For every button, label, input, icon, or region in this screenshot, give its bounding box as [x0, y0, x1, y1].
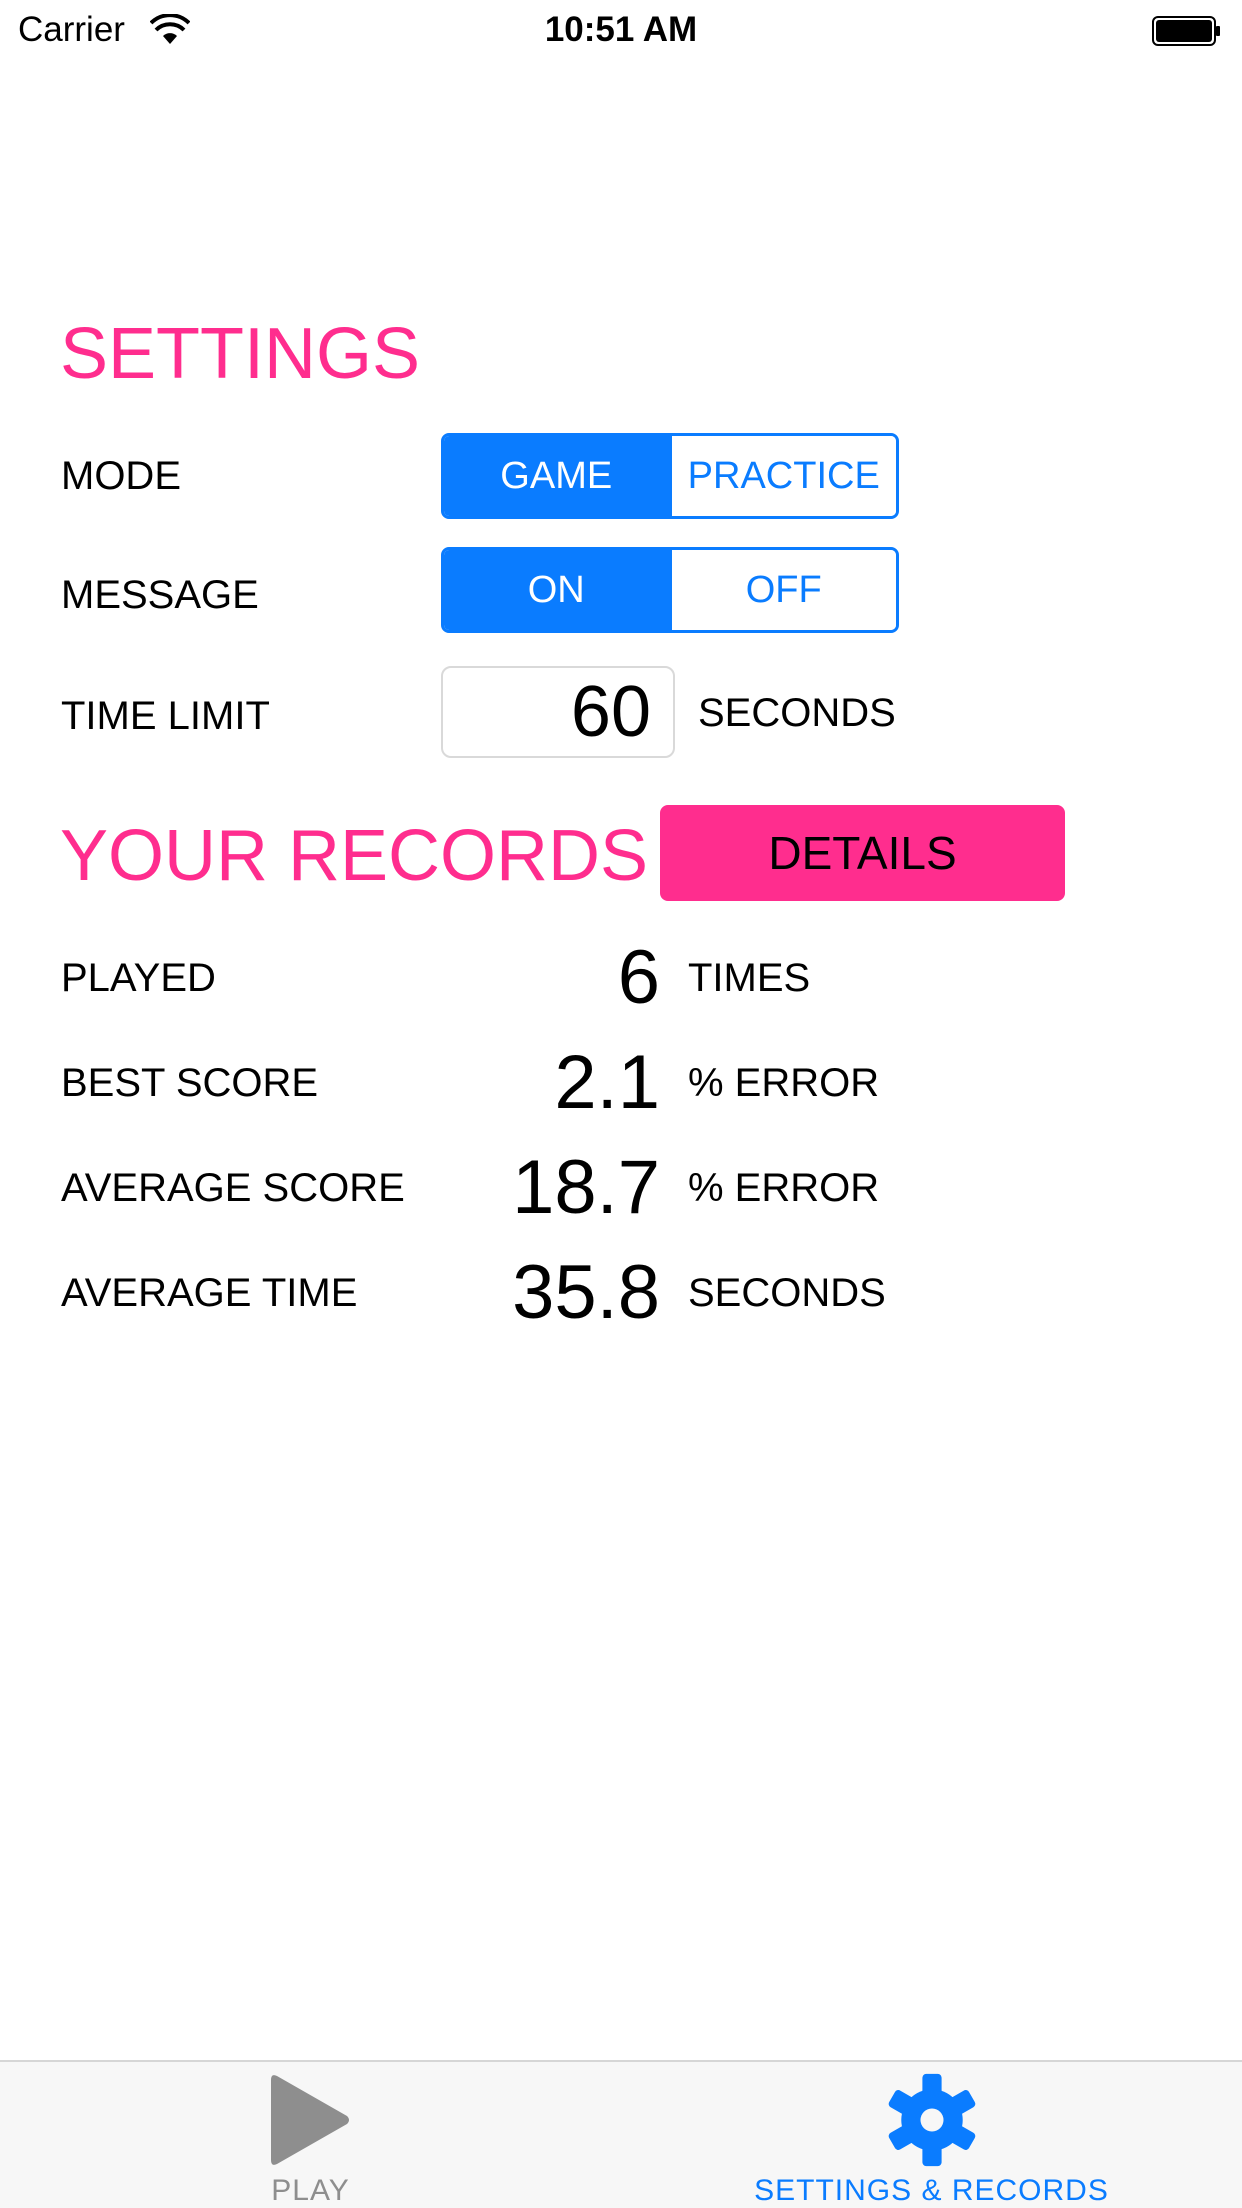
played-unit: TIMES [688, 956, 811, 1000]
settings-heading: SETTINGS [60, 314, 421, 394]
best-score-label: BEST SCORE [61, 1061, 319, 1105]
time-limit-label: TIME LIMIT [61, 694, 270, 738]
average-time-value: 35.8 [512, 1250, 660, 1335]
battery-icon [1152, 16, 1220, 46]
message-label: MESSAGE [61, 573, 259, 617]
details-button[interactable]: DETAILS [660, 805, 1065, 901]
played-label: PLAYED [61, 956, 216, 1000]
tab-play-label: PLAY [271, 2174, 350, 2207]
average-score-label: AVERAGE SCORE [61, 1166, 405, 1210]
average-score-value: 18.7 [512, 1145, 660, 1230]
tab-bar: PLAY SETTINGS & RECORDS [0, 2060, 1242, 2208]
played-value: 6 [617, 935, 660, 1020]
time-limit-input[interactable]: 60 [441, 666, 675, 758]
best-score-unit: % ERROR [688, 1061, 880, 1105]
tab-settings-records-label: SETTINGS & RECORDS [754, 2174, 1109, 2207]
mode-option-game[interactable]: GAME [444, 436, 669, 516]
mode-segmented-control[interactable]: GAME PRACTICE [441, 433, 899, 519]
mode-label: MODE [61, 454, 181, 498]
status-bar: Carrier 10:51 AM [0, 0, 1242, 60]
tab-play[interactable]: PLAY [0, 2062, 621, 2208]
play-icon [270, 2075, 349, 2165]
average-score-unit: % ERROR [688, 1166, 880, 1210]
average-time-label: AVERAGE TIME [61, 1271, 358, 1315]
best-score-value: 2.1 [554, 1040, 660, 1125]
status-time: 10:51 AM [544, 10, 698, 49]
average-time-unit: SECONDS [688, 1271, 886, 1315]
mode-option-practice[interactable]: PRACTICE [668, 436, 896, 516]
tab-settings-records[interactable]: SETTINGS & RECORDS [621, 2062, 1242, 2208]
gear-icon [888, 2073, 975, 2167]
time-limit-unit: SECONDS [698, 691, 896, 735]
message-option-off[interactable]: OFF [668, 550, 896, 630]
records-heading: YOUR RECORDS [60, 816, 649, 896]
message-option-on[interactable]: ON [444, 550, 669, 630]
message-segmented-control[interactable]: ON OFF [441, 547, 899, 633]
